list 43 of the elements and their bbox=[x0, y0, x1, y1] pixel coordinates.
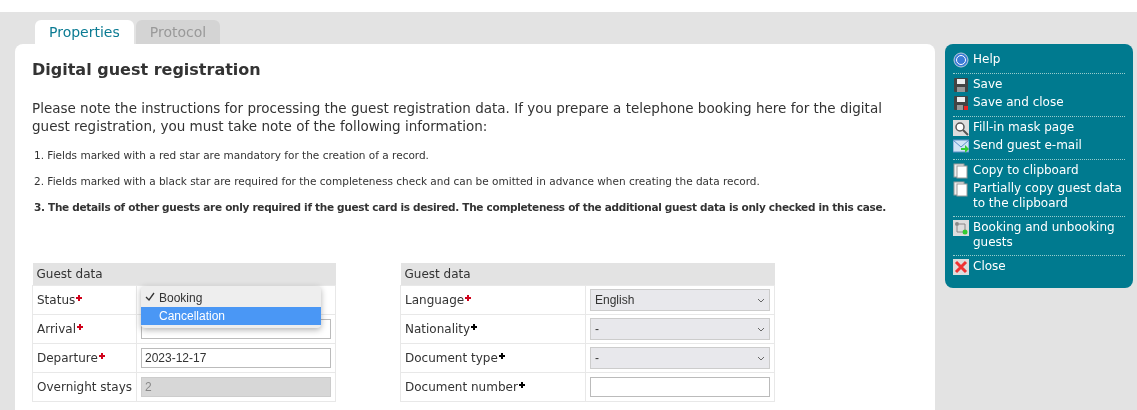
text-field[interactable]: 2023-12-17 bbox=[141, 348, 331, 368]
tab[interactable]: Properties bbox=[35, 20, 134, 44]
branch-icon bbox=[953, 220, 969, 236]
dropdown[interactable]: English bbox=[590, 289, 770, 311]
field-label: Arrival bbox=[37, 322, 76, 336]
table-header: Guest data bbox=[400, 263, 775, 286]
field-label: Document number bbox=[405, 380, 518, 394]
sidebar-action[interactable]: Copy to clipboard bbox=[953, 162, 1079, 180]
sidebar-action[interactable]: Fill-in mask page bbox=[953, 119, 1075, 137]
field-label: Language bbox=[405, 293, 465, 307]
sidebar-action[interactable]: Partially copy guest data to the clipboard bbox=[953, 180, 1125, 212]
field-label: Document type bbox=[405, 351, 498, 365]
caret-icon bbox=[757, 297, 765, 303]
text-field[interactable] bbox=[590, 377, 770, 397]
sidebar-action[interactable]: Close bbox=[953, 258, 1006, 276]
table-header: Guest data bbox=[32, 263, 336, 286]
envelope-icon bbox=[953, 138, 969, 154]
dropdown[interactable]: - bbox=[590, 318, 770, 340]
field-label: Nationality bbox=[405, 322, 471, 336]
text-field[interactable] bbox=[141, 319, 331, 339]
sidebar-action[interactable]: Save bbox=[953, 76, 1003, 94]
close-icon bbox=[953, 259, 969, 275]
help-icon bbox=[953, 52, 969, 68]
pages-icon bbox=[953, 163, 969, 179]
field-label: Overnight stays bbox=[37, 380, 132, 394]
dropdown[interactable]: - bbox=[590, 347, 770, 369]
note-text: 3. The details of other guests are only required if the guest card is desired. The completeness of the additional guest data is only checked in this case. bbox=[34, 201, 887, 213]
caret-icon bbox=[757, 355, 765, 361]
pages-icon bbox=[953, 181, 969, 197]
sidebar-action[interactable]: Help bbox=[953, 51, 1001, 69]
sidebar-action[interactable]: Save and close bbox=[953, 94, 1064, 112]
magnifier-icon bbox=[953, 120, 969, 136]
field-label: Departure bbox=[37, 351, 98, 365]
instructions-text: Please note the instructions for processing the guest registration data. If you prepare a telephone booking here for the digital guest registration, you must take note of the following information: bbox=[32, 99, 883, 135]
sidebar-action[interactable]: Send guest e-mail bbox=[953, 137, 1082, 155]
check-icon bbox=[145, 292, 155, 302]
dropdown-option[interactable]: Cancellation bbox=[141, 307, 321, 325]
page-title: Digital guest registration bbox=[32, 60, 262, 79]
note-text: 1. Fields marked with a red star are mandatory for the creation of a record. bbox=[34, 149, 430, 161]
caret-icon bbox=[757, 326, 765, 332]
field-label: Status bbox=[37, 293, 76, 307]
note-text: 2. Fields marked with a black star are required for the completeness check and can be omitted in advance when creating the data record. bbox=[34, 175, 761, 187]
sidebar-action[interactable]: Booking and unbooking guests bbox=[953, 219, 1125, 251]
